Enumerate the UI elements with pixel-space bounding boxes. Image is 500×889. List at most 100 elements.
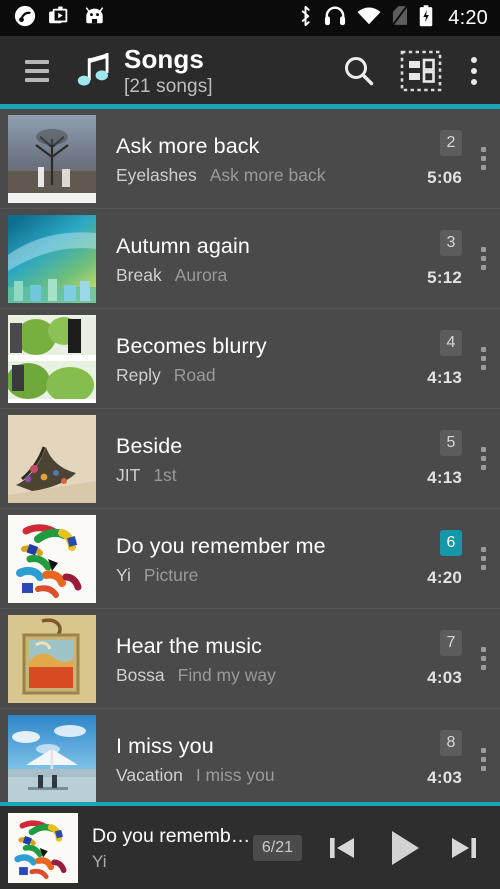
next-icon[interactable] xyxy=(436,813,492,883)
queue-position-badge: 6/21 xyxy=(253,835,302,861)
song-info: Hear the music Bossa Find my way xyxy=(116,633,416,685)
playback-controls xyxy=(314,813,500,883)
track-number-badge: 2 xyxy=(440,130,462,156)
track-number-badge-active: 6 xyxy=(440,530,462,556)
song-overflow-menu-icon[interactable] xyxy=(466,509,500,609)
song-meta: Yi Picture xyxy=(116,565,416,585)
song-album: Find my way xyxy=(178,665,276,685)
song-info: Do you remember me Yi Picture xyxy=(116,533,416,585)
search-icon[interactable] xyxy=(328,40,390,102)
song-duration: 4:03 xyxy=(427,768,462,788)
song-duration: 5:12 xyxy=(427,268,462,288)
song-artist: Vacation xyxy=(116,765,183,785)
action-bar-title-block: Songs [21 songs] xyxy=(124,45,213,98)
song-overflow-dots xyxy=(481,247,486,270)
song-artist: JIT xyxy=(116,465,140,485)
song-track-duration: 8 4:03 xyxy=(416,730,462,788)
song-duration: 4:03 xyxy=(427,668,462,688)
song-title: Becomes blurry xyxy=(116,333,416,359)
music-note-icon xyxy=(74,50,116,92)
song-overflow-menu-icon[interactable] xyxy=(466,209,500,309)
hamburger-icon[interactable] xyxy=(14,48,60,94)
song-list-item[interactable]: Ask more back Eyelashes Ask more back 2 … xyxy=(0,109,500,209)
headphones-icon xyxy=(324,5,346,31)
track-number-badge: 4 xyxy=(440,330,462,356)
page-title: Songs xyxy=(124,45,213,73)
now-playing-title: Do you remember me xyxy=(92,824,253,848)
song-meta: Vacation I miss you xyxy=(116,765,416,785)
album-art xyxy=(8,615,96,703)
song-list-item[interactable]: Hear the music Bossa Find my way 7 4:03 xyxy=(0,609,500,709)
photo-stack-icon xyxy=(49,6,71,31)
song-title: I miss you xyxy=(116,733,416,759)
overflow-dots xyxy=(471,57,477,85)
call-recorder-icon xyxy=(14,5,36,32)
song-overflow-dots xyxy=(481,748,486,771)
song-info: Beside JIT 1st xyxy=(116,433,416,485)
now-playing-info: Do you remember me Yi xyxy=(92,824,253,872)
track-number-badge: 5 xyxy=(440,430,462,456)
album-art xyxy=(8,415,96,503)
song-title: Hear the music xyxy=(116,633,416,659)
song-list-item[interactable]: Autumn again Break Aurora 3 5:12 xyxy=(0,209,500,309)
overflow-menu-icon[interactable] xyxy=(452,40,496,102)
song-album: I miss you xyxy=(196,765,275,785)
song-overflow-menu-icon[interactable] xyxy=(466,309,500,409)
song-track-duration: 4 4:13 xyxy=(416,330,462,388)
song-info: Becomes blurry Reply Road xyxy=(116,333,416,385)
track-number-badge: 8 xyxy=(440,730,462,756)
play-icon[interactable] xyxy=(370,813,436,883)
battery-charging-icon xyxy=(419,5,433,32)
song-album: Ask more back xyxy=(210,165,326,185)
song-info: Ask more back Eyelashes Ask more back xyxy=(116,133,416,185)
song-track-duration: 6 4:20 xyxy=(416,530,462,588)
song-track-duration: 3 5:12 xyxy=(416,230,462,288)
song-overflow-menu-icon[interactable] xyxy=(466,109,500,209)
album-art xyxy=(8,215,96,303)
song-overflow-dots xyxy=(481,547,486,570)
status-bar-clock: 4:20 xyxy=(444,8,488,28)
song-list-item[interactable]: Beside JIT 1st 5 4:13 xyxy=(0,409,500,509)
now-playing-bar[interactable]: Do you remember me Yi 6/21 xyxy=(0,806,500,889)
song-artist: Eyelashes xyxy=(116,165,197,185)
wifi-icon xyxy=(357,7,381,30)
no-sim-icon xyxy=(392,5,408,31)
song-title: Do you remember me xyxy=(116,533,416,559)
view-mode-icon[interactable] xyxy=(390,40,452,102)
song-title: Autumn again xyxy=(116,233,416,259)
album-art xyxy=(8,315,96,403)
song-duration: 4:13 xyxy=(427,368,462,388)
song-artist: Break xyxy=(116,265,162,285)
song-title: Beside xyxy=(116,433,416,459)
song-list[interactable]: Ask more back Eyelashes Ask more back 2 … xyxy=(0,109,500,806)
now-playing-album-art xyxy=(8,813,78,883)
track-number-badge: 7 xyxy=(440,630,462,656)
song-track-duration: 2 5:06 xyxy=(416,130,462,188)
song-list-item-active[interactable]: Do you remember me Yi Picture 6 4:20 xyxy=(0,509,500,609)
song-track-duration: 5 4:13 xyxy=(416,430,462,488)
album-art xyxy=(8,515,96,603)
song-overflow-menu-icon[interactable] xyxy=(466,609,500,709)
song-list-item[interactable]: Becomes blurry Reply Road 4 4:13 xyxy=(0,309,500,409)
song-overflow-dots xyxy=(481,647,486,670)
android-head-icon xyxy=(84,6,105,30)
status-bar-left-icons xyxy=(0,5,105,32)
song-meta: Break Aurora xyxy=(116,265,416,285)
bluetooth-icon xyxy=(298,5,313,32)
song-meta: Bossa Find my way xyxy=(116,665,416,685)
now-playing-artist: Yi xyxy=(92,851,253,872)
song-list-item[interactable]: I miss you Vacation I miss you 8 4:03 xyxy=(0,709,500,806)
song-duration: 4:13 xyxy=(427,468,462,488)
song-overflow-dots xyxy=(481,147,486,170)
track-number-badge: 3 xyxy=(440,230,462,256)
song-album: Aurora xyxy=(175,265,228,285)
status-bar: 4:20 xyxy=(0,0,500,36)
song-album: 1st xyxy=(153,465,176,485)
previous-icon[interactable] xyxy=(314,813,370,883)
song-overflow-menu-icon[interactable] xyxy=(466,409,500,509)
song-overflow-menu-icon[interactable] xyxy=(466,709,500,806)
action-bar: Songs [21 songs] xyxy=(0,36,500,106)
album-art xyxy=(8,115,96,203)
song-meta: Reply Road xyxy=(116,365,416,385)
song-meta: JIT 1st xyxy=(116,465,416,485)
